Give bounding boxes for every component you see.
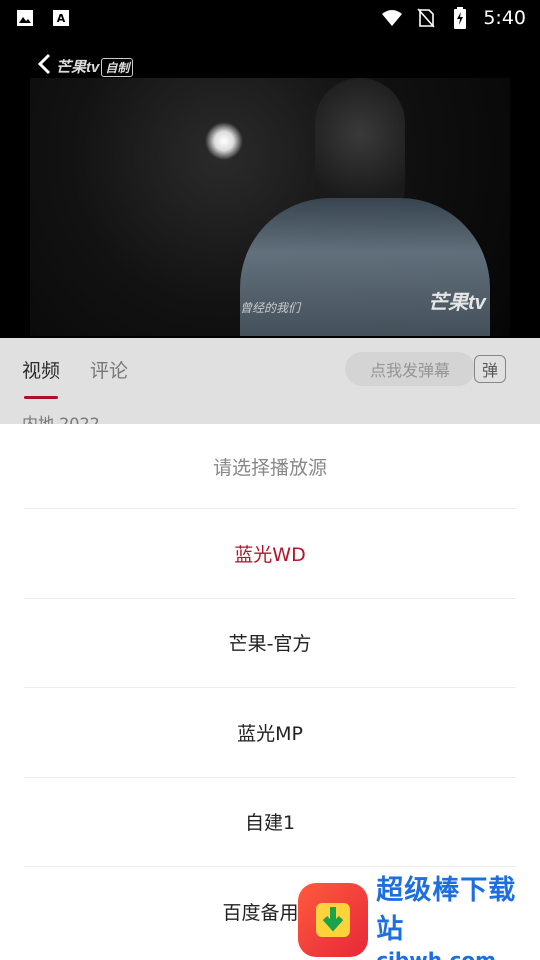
- channel-logo: 芒果tv 自制: [56, 56, 134, 77]
- source-option-self-built-1[interactable]: 自建1: [24, 776, 516, 867]
- font-icon: A: [50, 7, 72, 29]
- video-watermark-logo: 芒果tv: [428, 292, 486, 314]
- download-arrow-icon: [298, 883, 369, 957]
- svg-text:A: A: [57, 12, 66, 25]
- watermark-url: cjbwh.com: [376, 948, 496, 960]
- light-glow: [205, 122, 243, 160]
- status-bar: A 5:40: [0, 0, 540, 36]
- back-button[interactable]: [30, 50, 58, 78]
- sheet-title: 请选择播放源: [212, 456, 327, 479]
- battery-charging-icon: [449, 7, 471, 29]
- source-option-lanwd[interactable]: 蓝光WD: [24, 508, 516, 598]
- wifi-icon: [381, 7, 403, 29]
- video-figure-head: [315, 78, 405, 218]
- source-option-mango-official[interactable]: 芒果-官方: [24, 597, 516, 688]
- source-option-lanmp[interactable]: 蓝光MP: [24, 687, 516, 777]
- chevron-left-icon: [37, 53, 51, 75]
- site-watermark: 超级棒下载站 cjbwh.com: [298, 875, 540, 960]
- channel-logo-text: 芒果tv: [56, 59, 100, 76]
- no-sim-icon: [415, 7, 437, 29]
- image-icon: [14, 7, 36, 29]
- channel-badge: 自制: [101, 58, 134, 77]
- watermark-title: 超级棒下载站: [376, 875, 517, 945]
- dim-overlay[interactable]: [0, 338, 540, 424]
- video-player[interactable]: 芒果tv 自制 曾经的我们 芒果tv: [0, 36, 540, 338]
- clock: 5:40: [483, 7, 526, 29]
